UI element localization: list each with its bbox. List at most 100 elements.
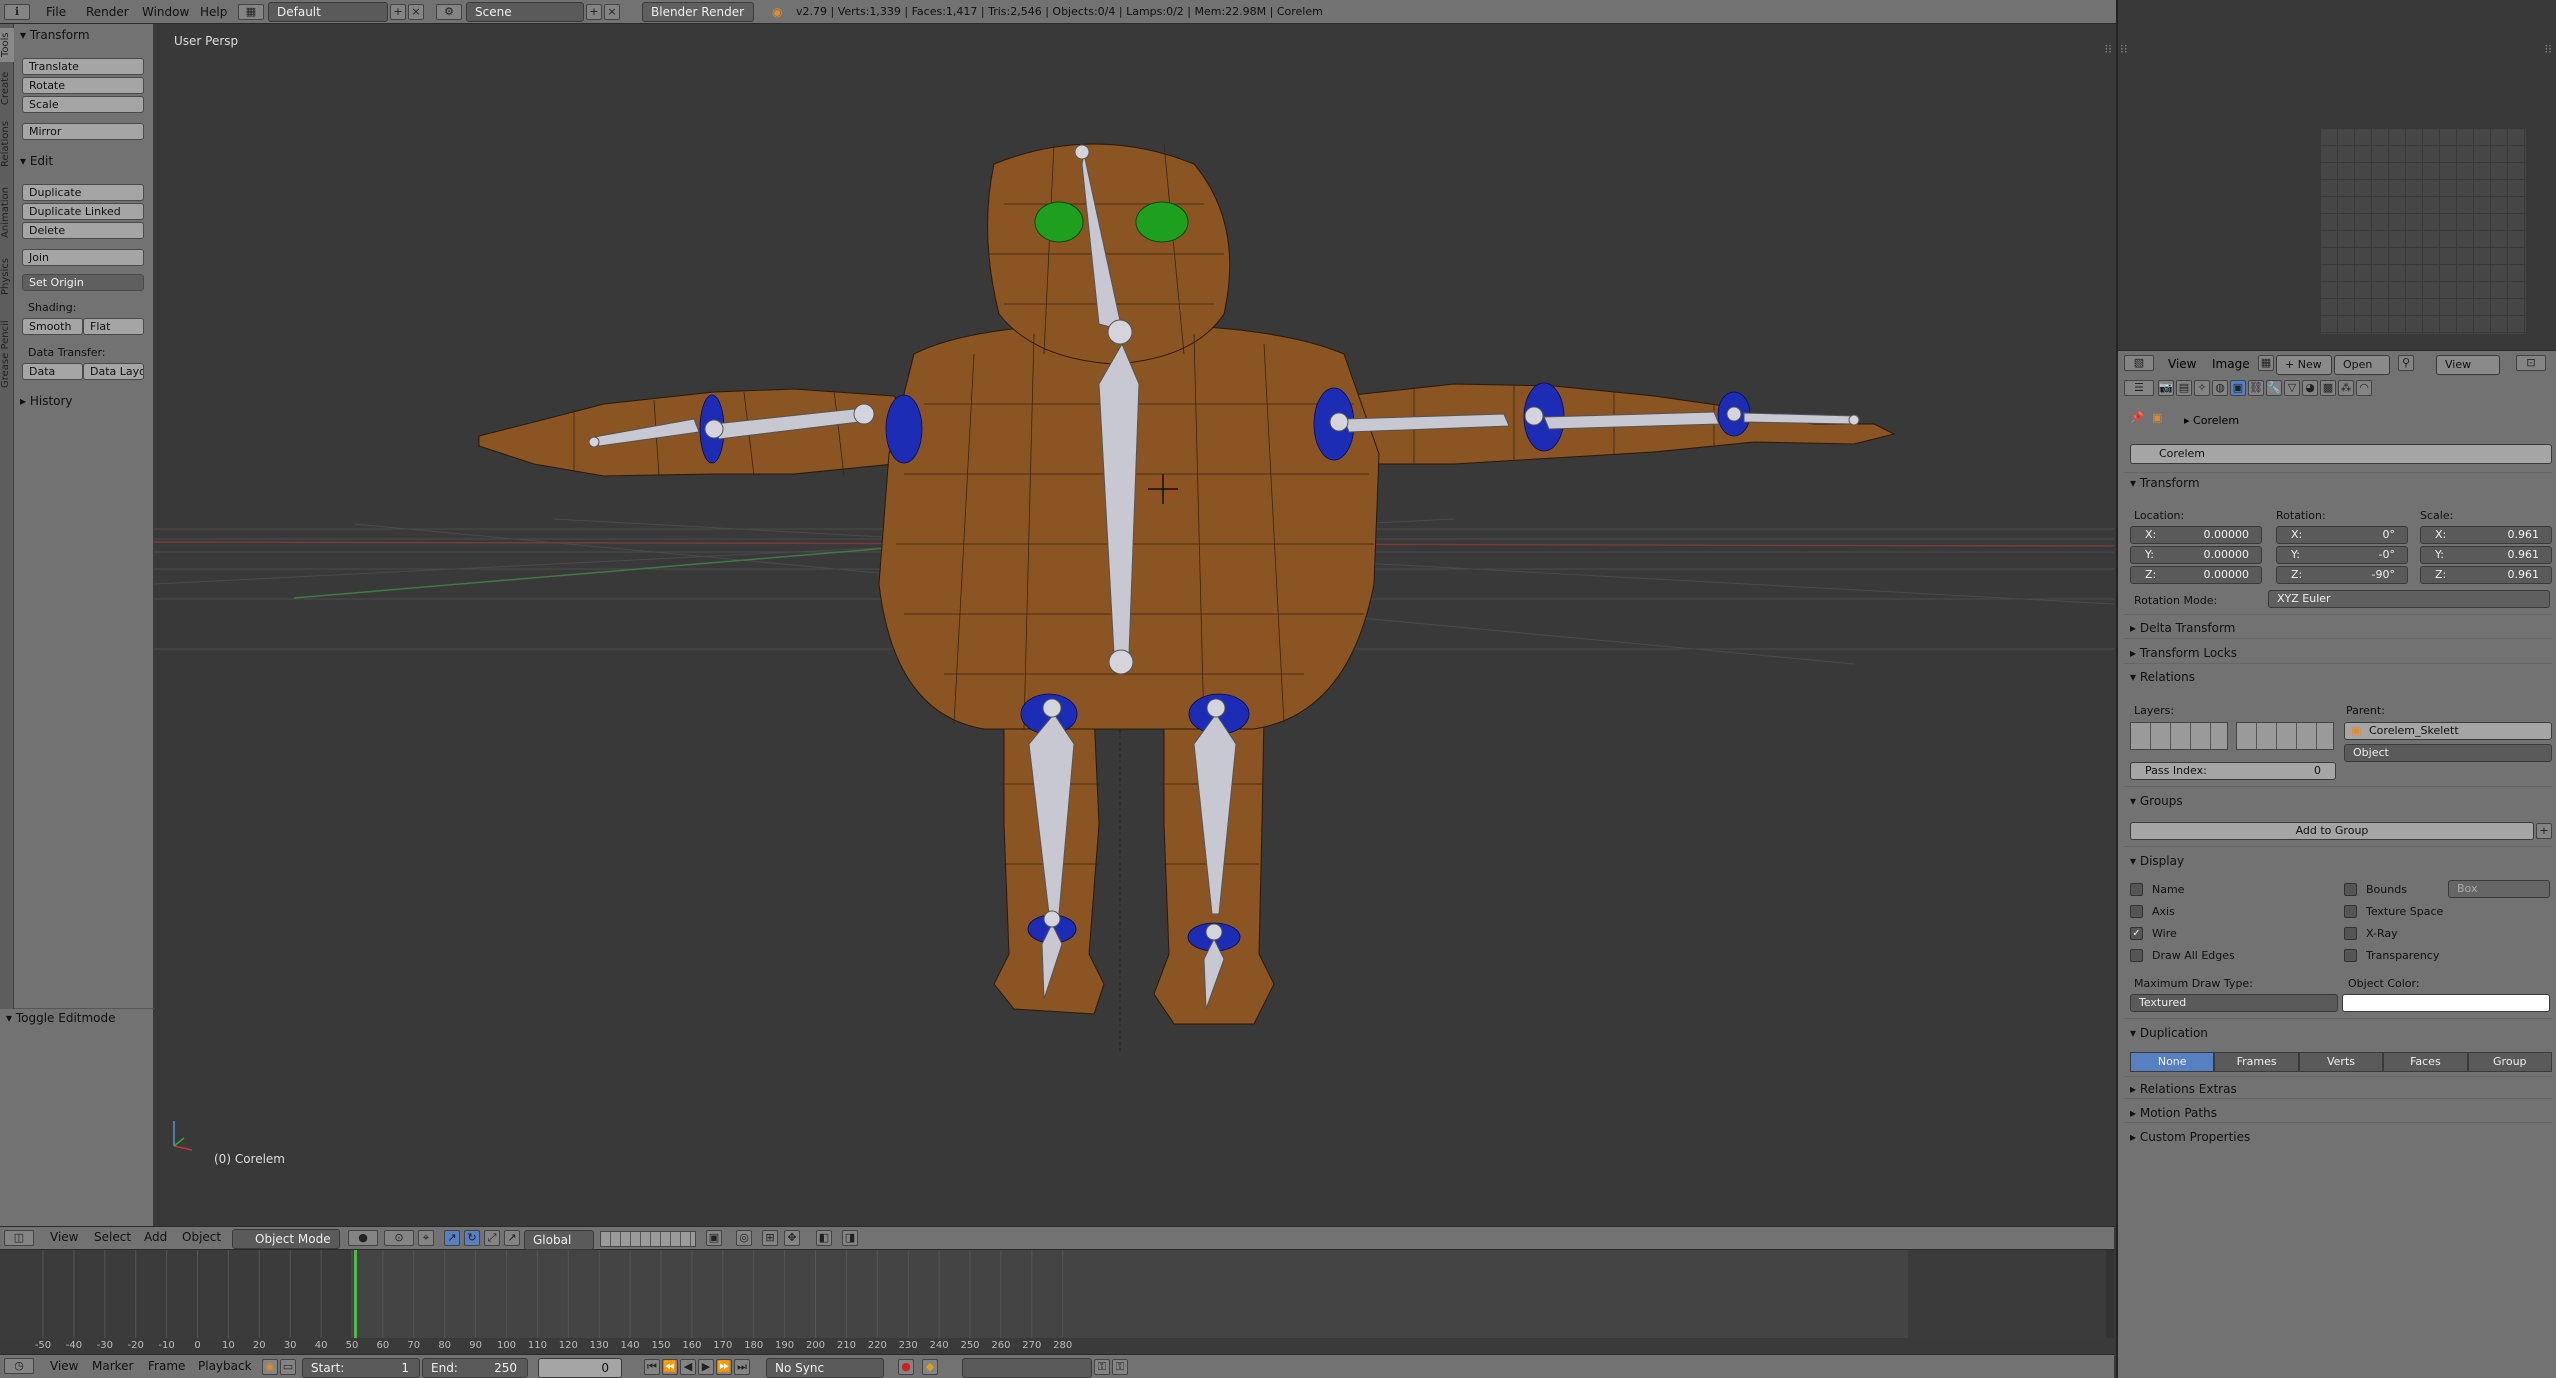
rotation-field-y[interactable]: Y: -0° [2276,546,2408,564]
rotation-field-x[interactable]: X: 0° [2276,526,2408,544]
constraints-tab-icon[interactable]: ⛓ [2248,380,2264,396]
end-frame-field[interactable]: End: 250 [422,1358,528,1378]
scene-tab-icon[interactable]: ✧ [2194,380,2210,396]
layer-buttons[interactable] [600,1231,696,1247]
timeline-editor-type-icon[interactable]: ◷ [4,1358,34,1374]
screen-layout-field[interactable]: Default [268,2,388,22]
menu-view[interactable]: View [50,1230,78,1244]
manipulator-toggle-icon[interactable]: ⌖ [418,1230,434,1246]
mode-select[interactable]: Object Mode [232,1229,340,1249]
shading-mode-icon[interactable]: ● [348,1230,378,1246]
menu-add[interactable]: Add [144,1230,167,1244]
transform-orientation-select[interactable]: Global [524,1230,594,1250]
add-to-group-button[interactable]: Add to Group [2130,822,2534,840]
pivot-point-icon[interactable]: ⊙ [384,1230,414,1246]
material-tab-icon[interactable]: ◕ [2302,380,2318,396]
screen-layout-icon[interactable]: ▦ [238,4,264,20]
transform-panel-header[interactable]: ▾ Transform [20,28,90,42]
keying-set-field[interactable] [962,1358,1092,1378]
display-option[interactable]: X-Ray [2344,926,2534,942]
properties-editor-type-icon[interactable]: ☰ [2124,380,2154,396]
menu-select[interactable]: Select [94,1230,131,1244]
timeline-menu-view[interactable]: View [50,1359,78,1373]
menu-render[interactable]: Render [86,2,129,22]
object-color-swatch[interactable] [2342,994,2550,1012]
image-editor[interactable]: ⁝⁝ ⁝⁝ [2116,0,2556,350]
mirror-button[interactable]: Mirror [22,123,144,140]
display-option[interactable]: ✓ Wire [2130,926,2320,942]
duplication-option[interactable]: Frames [2214,1052,2299,1072]
scene-field[interactable]: Scene [466,2,584,22]
sync-mode-select[interactable]: No Sync [766,1358,884,1378]
location-field-y[interactable]: Y: 0.00000 [2130,546,2262,564]
scale-manipulator-icon[interactable]: ⤢ [484,1230,500,1246]
jump-keyframe-back-icon[interactable]: ⏪ [662,1359,678,1375]
tab-create[interactable]: Create [0,66,14,110]
display-option[interactable]: Texture Space [2344,904,2534,920]
checkbox-icon[interactable] [2344,905,2357,918]
custom-properties-header[interactable]: ▸ Custom Properties [2130,1130,2250,1144]
display-option[interactable]: Draw All Edges [2130,948,2320,964]
add-layout-icon[interactable]: + [390,4,406,20]
remove-scene-icon[interactable]: × [604,4,620,20]
checkbox-icon[interactable] [2344,883,2357,896]
duplication-option[interactable]: None [2130,1052,2215,1072]
duplication-header[interactable]: ▾ Duplication [2130,1026,2208,1040]
image-editor-type-icon[interactable]: ▧ [2124,355,2154,371]
delete-keyframe-icon[interactable]: ⚿ [1112,1359,1128,1375]
delete-button[interactable]: Delete [22,222,144,239]
object-tab-icon[interactable]: ▣ [2230,380,2246,396]
record-icon[interactable]: ● [898,1359,914,1375]
manipulator-extra-icon[interactable]: ↗ [504,1230,520,1246]
particles-tab-icon[interactable]: ⁂ [2338,380,2354,396]
lock-layers-icon[interactable]: ▣ [706,1230,722,1246]
parent-field[interactable]: Corelem_Skelett ▣ [2344,722,2552,740]
scene-icon[interactable]: ⚙ [436,4,462,20]
display-option[interactable]: Transparency [2344,948,2534,964]
add-scene-icon[interactable]: + [586,4,602,20]
editor-type-icon[interactable]: ℹ [4,4,30,20]
play-reverse-icon[interactable]: ◀ [680,1359,696,1375]
display-header[interactable]: ▾ Display [2130,854,2184,868]
browse-image-icon[interactable]: ▦ [2258,355,2274,371]
display-option[interactable]: Name [2130,882,2320,898]
data-tab-icon[interactable]: ▽ [2284,380,2300,396]
scale-field-z[interactable]: Z: 0.961 [2420,566,2552,584]
flat-button[interactable]: Flat [83,318,144,335]
checkbox-icon[interactable] [2130,883,2143,896]
checkbox-icon[interactable] [2344,927,2357,940]
uv-menu-view[interactable]: View [2168,357,2196,371]
region-split-right-icon[interactable]: ⁝⁝ [2544,42,2552,56]
timeline-scrollbar[interactable] [2106,1250,2114,1338]
rotation-field-z[interactable]: Z: -90° [2276,566,2408,584]
duplication-option[interactable]: Verts [2298,1052,2384,1072]
add-group-icon[interactable]: + [2536,823,2552,839]
pivot-icon[interactable]: ⊡ [2516,355,2546,371]
lock-frame-icon[interactable]: ▭ [280,1359,296,1375]
join-button[interactable]: Join [22,249,144,266]
checkbox-icon[interactable] [2344,949,2357,962]
tab-tools[interactable]: Tools [0,28,14,62]
object-layers-right[interactable] [2236,722,2334,750]
tab-physics[interactable]: Physics [0,252,14,302]
pin-context-icon[interactable]: 📌 [2130,411,2144,424]
start-frame-field[interactable]: Start: 1 [302,1358,420,1378]
translate-manipulator-icon[interactable]: ↗ [444,1230,460,1246]
duplicate-linked-button[interactable]: Duplicate Linked [22,203,144,220]
relations-extras-header[interactable]: ▸ Relations Extras [2130,1082,2237,1096]
menu-object[interactable]: Object [182,1230,221,1244]
rotate-button[interactable]: Rotate [22,77,144,94]
timeline-menu-frame[interactable]: Frame [148,1359,185,1373]
checkbox-icon[interactable] [2130,905,2143,918]
duplicate-button[interactable]: Duplicate [22,184,144,201]
location-field-z[interactable]: Z: 0.00000 [2130,566,2262,584]
physics-tab-icon[interactable]: ◠ [2356,380,2372,396]
3d-viewport[interactable]: User Persp (0) Corelem ⁝⁝ [154,24,2114,1226]
duplication-option[interactable]: Faces [2383,1052,2468,1072]
duplication-option[interactable]: Group [2467,1052,2552,1072]
data-layout-button[interactable]: Data Layo [83,363,144,380]
world-tab-icon[interactable]: ◍ [2212,380,2228,396]
opengl-anim-icon[interactable]: ◨ [842,1230,858,1246]
uv-menu-image[interactable]: Image [2212,357,2250,371]
pin-icon[interactable]: ⚲ [2398,355,2414,371]
